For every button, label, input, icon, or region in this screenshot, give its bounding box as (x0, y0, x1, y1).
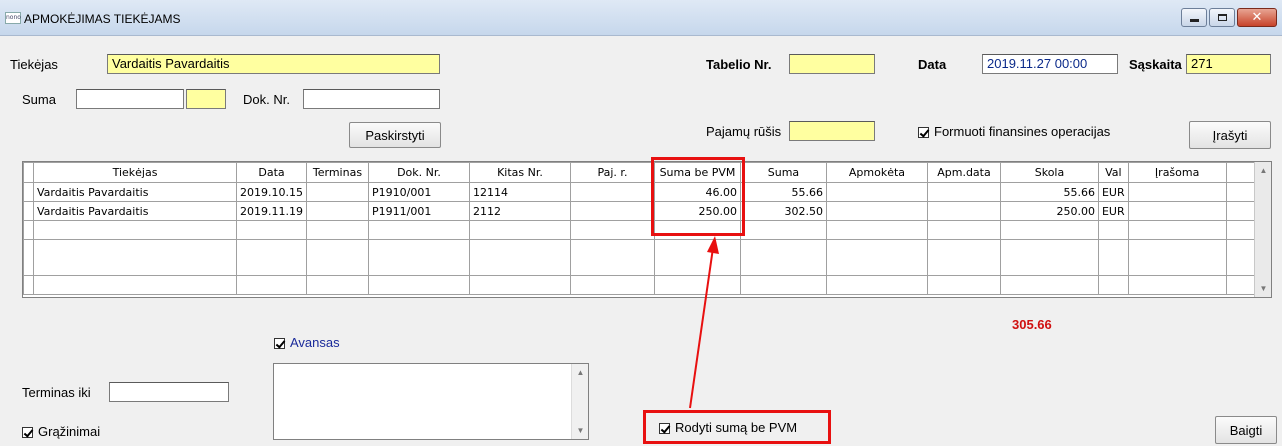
annotation-arrow (689, 236, 719, 409)
annotation-arrow-line (689, 247, 714, 409)
annotation-arrow-head (707, 236, 719, 254)
